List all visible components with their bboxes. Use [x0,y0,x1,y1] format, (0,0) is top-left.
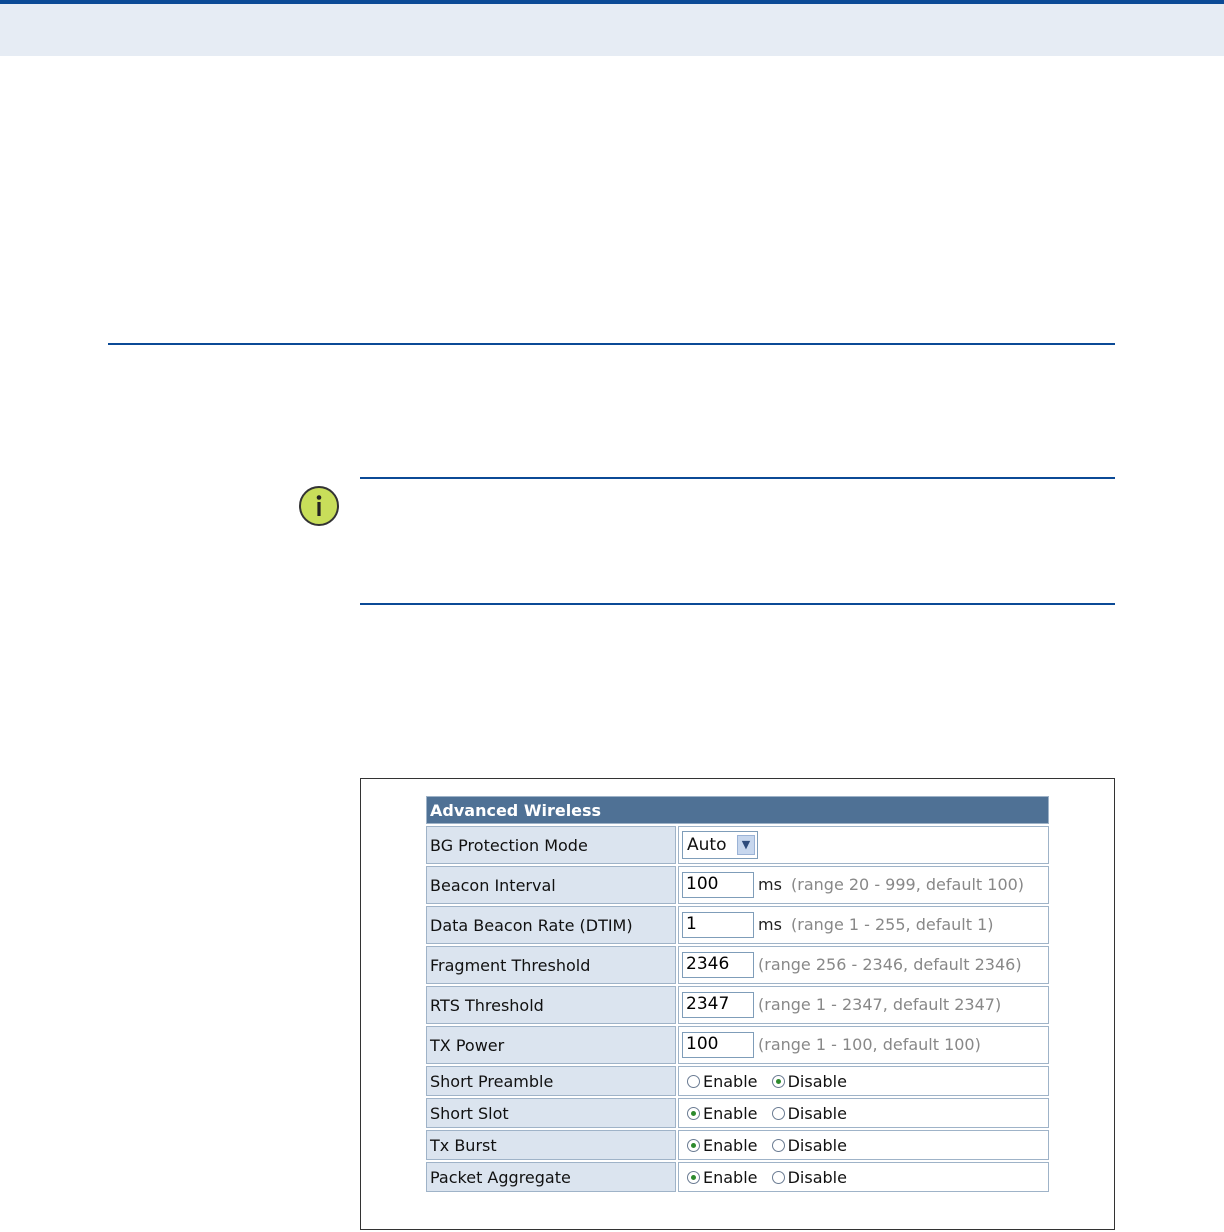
dtim-input[interactable]: 1 [682,912,754,938]
tx-burst-enable-label: Enable [703,1135,758,1155]
dtim-row: Data Beacon Rate (DTIM) 1 ms (range 1 - 2… [426,906,1049,944]
rts-threshold-hint: (range 1 - 2347, default 2347) [758,994,1002,1014]
packet-aggregate-enable-label: Enable [703,1167,758,1187]
short-slot-enable-label: Enable [703,1103,758,1123]
short-preamble-enable-label: Enable [703,1071,758,1091]
short-preamble-label: Short Preamble [426,1066,676,1096]
bg-protection-select[interactable]: Auto ▼ [682,831,758,859]
bg-protection-row: BG Protection Mode Auto ▼ [426,826,1049,864]
panel-title: Advanced Wireless [426,796,1049,824]
packet-aggregate-row: Packet Aggregate Enable Disable [426,1162,1049,1192]
short-slot-row: Short Slot Enable Disable [426,1098,1049,1128]
rts-threshold-input[interactable]: 2347 [682,992,754,1018]
beacon-interval-row: Beacon Interval 100 ms (range 20 - 999, d… [426,866,1049,904]
screenshot-frame: Advanced Wireless BG Protection Mode Aut… [360,778,1115,1230]
tx-burst-enable-radio[interactable] [687,1138,700,1152]
short-slot-disable-label: Disable [787,1103,847,1123]
beacon-interval-unit: ms [758,874,782,894]
section-divider [108,343,1115,345]
beacon-interval-label: Beacon Interval [426,866,676,904]
short-preamble-enable-radio[interactable] [687,1074,700,1088]
dtim-unit: ms [758,914,782,934]
short-slot-enable-radio[interactable] [687,1106,700,1120]
rts-threshold-row: RTS Threshold 2347 (range 1 - 2347, defau… [426,986,1049,1024]
dtim-label: Data Beacon Rate (DTIM) [426,906,676,944]
fragment-threshold-label: Fragment Threshold [426,946,676,984]
tx-burst-row: Tx Burst Enable Disable [426,1130,1049,1160]
packet-aggregate-disable-label: Disable [787,1167,847,1187]
short-slot-disable-radio[interactable] [771,1106,785,1120]
packet-aggregate-enable-radio[interactable] [687,1170,700,1184]
note-bottom-rule [360,603,1115,605]
dtim-hint: (range 1 - 255, default 1) [791,914,994,934]
note-top-rule [360,477,1115,479]
tx-burst-disable-label: Disable [787,1135,847,1155]
beacon-interval-hint: (range 20 - 999, default 100) [791,874,1025,894]
advanced-wireless-table: Advanced Wireless BG Protection Mode Aut… [424,794,1051,1194]
tx-power-row: TX Power 100 (range 1 - 100, default 100) [426,1026,1049,1064]
bg-protection-label: BG Protection Mode [426,826,676,864]
rts-threshold-label: RTS Threshold [426,986,676,1024]
tx-power-input[interactable]: 100 [682,1032,754,1058]
tx-burst-label: Tx Burst [426,1130,676,1160]
tx-power-label: TX Power [426,1026,676,1064]
beacon-interval-input[interactable]: 100 [682,872,754,898]
short-preamble-row: Short Preamble Enable Disable [426,1066,1049,1096]
fragment-threshold-row: Fragment Threshold 2346 (range 256 - 2346… [426,946,1049,984]
short-preamble-disable-label: Disable [787,1071,847,1091]
tx-power-hint: (range 1 - 100, default 100) [758,1034,981,1054]
short-preamble-disable-radio[interactable] [771,1074,785,1088]
short-slot-label: Short Slot [426,1098,676,1128]
fragment-threshold-input[interactable]: 2346 [682,952,754,978]
bg-protection-value: Auto [687,835,727,855]
packet-aggregate-disable-radio[interactable] [771,1170,785,1184]
fragment-threshold-hint: (range 256 - 2346, default 2346) [758,954,1022,974]
chevron-down-icon[interactable]: ▼ [737,835,755,855]
tx-burst-disable-radio[interactable] [771,1138,785,1152]
page-header-band [0,0,1224,56]
info-icon [299,486,339,526]
packet-aggregate-label: Packet Aggregate [426,1162,676,1192]
